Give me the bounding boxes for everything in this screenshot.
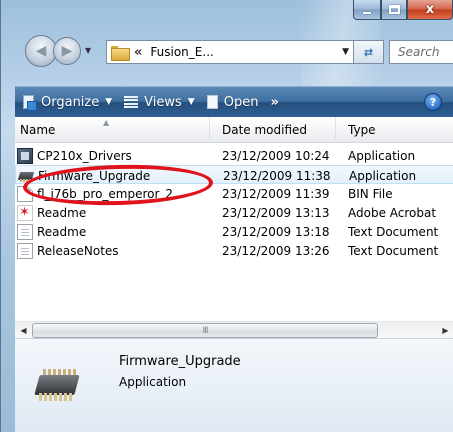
organize-icon: [21, 95, 37, 111]
column-headers: ▲ Name Date modified Type: [15, 117, 453, 143]
close-button[interactable]: x: [407, 0, 453, 20]
text-file-icon: [17, 242, 33, 259]
file-name: Readme: [37, 224, 87, 239]
command-bar: Organize ▼ Views ▼ Open » ?: [15, 86, 453, 117]
column-header-name[interactable]: ▲ Name: [15, 117, 210, 143]
minimize-button[interactable]: [353, 0, 381, 20]
file-name-cell: CP210x_Drivers: [17, 146, 207, 165]
address-path[interactable]: Fusion_E...: [150, 45, 213, 59]
column-header-type[interactable]: Type: [336, 117, 453, 143]
views-button[interactable]: Views ▼: [118, 87, 201, 117]
file-name: fl_i76b_pro_emperor_2...: [37, 186, 185, 201]
refresh-icon: ⇄: [363, 45, 374, 59]
column-header-name-label: Name: [20, 123, 56, 137]
forward-arrow-icon: ▶: [61, 43, 73, 59]
file-row-firmware-upgrade[interactable]: Firmware_Upgrade 23/12/2009 11:38 Applic…: [15, 165, 453, 184]
address-overflow-chevrons[interactable]: «: [134, 45, 142, 60]
chip-icon: [18, 168, 34, 184]
text-file-icon: [17, 223, 33, 240]
file-row[interactable]: CP210x_Drivers 23/12/2009 10:24 Applicat…: [15, 146, 453, 165]
details-file-type: Application: [119, 375, 187, 389]
help-icon: ?: [429, 95, 437, 109]
details-pane: Firmware_Upgrade Application: [15, 338, 453, 432]
file-name: CP210x_Drivers: [37, 148, 132, 163]
scroll-right-button[interactable]: ▶: [437, 322, 453, 339]
column-header-type-label: Type: [348, 123, 376, 137]
maximize-button[interactable]: [381, 0, 407, 20]
file-date: 23/12/2009 11:38: [223, 168, 331, 183]
file-type: Text Document: [348, 243, 439, 258]
file-name-cell: Readme: [17, 222, 207, 241]
file-row[interactable]: fl_i76b_pro_emperor_2... 23/12/2009 11:3…: [15, 184, 453, 203]
file-name-cell: ReleaseNotes: [17, 241, 207, 260]
file-row[interactable]: Readme 23/12/2009 13:13 Adobe Acrobat: [15, 203, 453, 222]
file-type: Text Document: [348, 224, 439, 239]
views-label: Views: [144, 94, 182, 110]
close-icon: x: [425, 1, 435, 17]
scroll-left-button[interactable]: ◀: [15, 322, 32, 339]
refresh-button[interactable]: ⇄: [354, 40, 384, 64]
explorer-window: x ◀ ▶ ▼ « Fusion_E... ▼ ⇄ Organize ▼: [0, 0, 453, 432]
search-box[interactable]: [389, 40, 453, 64]
minimize-icon: [362, 5, 372, 15]
address-dropdown-icon[interactable]: ▼: [342, 47, 349, 57]
file-name: ReleaseNotes: [37, 243, 119, 258]
views-icon: [124, 96, 139, 108]
document-icon: [17, 185, 33, 202]
file-rows: CP210x_Drivers 23/12/2009 10:24 Applicat…: [15, 146, 453, 260]
file-type: Application: [349, 168, 417, 183]
address-bar[interactable]: « Fusion_E... ▼: [106, 40, 354, 64]
back-arrow-icon: ◀: [35, 43, 47, 59]
application-icon: [17, 147, 33, 164]
column-header-date[interactable]: Date modified: [210, 117, 336, 143]
more-commands-button[interactable]: »: [270, 95, 278, 110]
recent-pages-dropdown[interactable]: ▼: [85, 46, 91, 55]
file-date: 23/12/2009 13:13: [222, 205, 330, 220]
search-input[interactable]: [390, 41, 453, 63]
scrollbar-thumb[interactable]: III: [32, 323, 378, 338]
organize-button[interactable]: Organize ▼: [15, 87, 118, 117]
chip-icon: [34, 363, 80, 407]
caption-buttons: x: [353, 0, 453, 22]
open-button[interactable]: Open »: [201, 87, 285, 117]
organize-label: Organize: [41, 94, 100, 110]
chevron-down-icon: ▼: [105, 97, 113, 107]
chevron-down-icon: ▼: [187, 97, 195, 107]
maximize-icon: [388, 5, 400, 14]
file-date: 23/12/2009 13:26: [222, 243, 330, 258]
help-button[interactable]: ?: [424, 93, 442, 111]
file-name-cell: fl_i76b_pro_emperor_2...: [17, 184, 207, 203]
file-date: 23/12/2009 11:39: [222, 186, 330, 201]
open-document-icon: [206, 95, 218, 109]
file-row[interactable]: ReleaseNotes 23/12/2009 13:26 Text Docum…: [15, 241, 453, 260]
navigation-bar: ◀ ▶ ▼ « Fusion_E... ▼ ⇄: [1, 28, 453, 70]
file-date: 23/12/2009 13:18: [222, 224, 330, 239]
file-date: 23/12/2009 10:24: [222, 148, 330, 163]
folder-icon: [111, 45, 130, 61]
horizontal-scrollbar[interactable]: ◀ III ▶: [15, 321, 453, 338]
open-label: Open: [223, 94, 259, 110]
file-type: BIN File: [348, 186, 393, 201]
pdf-icon: [17, 204, 33, 221]
details-file-name: Firmware_Upgrade: [119, 354, 241, 369]
column-header-date-label: Date modified: [222, 123, 308, 137]
file-name-cell: Firmware_Upgrade: [18, 166, 208, 185]
file-name: Firmware_Upgrade: [38, 168, 151, 183]
file-row[interactable]: Readme 23/12/2009 13:18 Text Document: [15, 222, 453, 241]
sort-ascending-icon: ▲: [103, 118, 110, 127]
scrollbar-grip-icon: III: [202, 325, 209, 336]
file-list[interactable]: ▲ Name Date modified Type CP210x_Drivers…: [15, 117, 453, 321]
file-type: Application: [348, 148, 416, 163]
file-name: Readme: [37, 205, 87, 220]
file-type: Adobe Acrobat: [348, 205, 437, 220]
file-name-cell: Readme: [17, 203, 207, 222]
forward-button[interactable]: ▶: [53, 37, 81, 65]
